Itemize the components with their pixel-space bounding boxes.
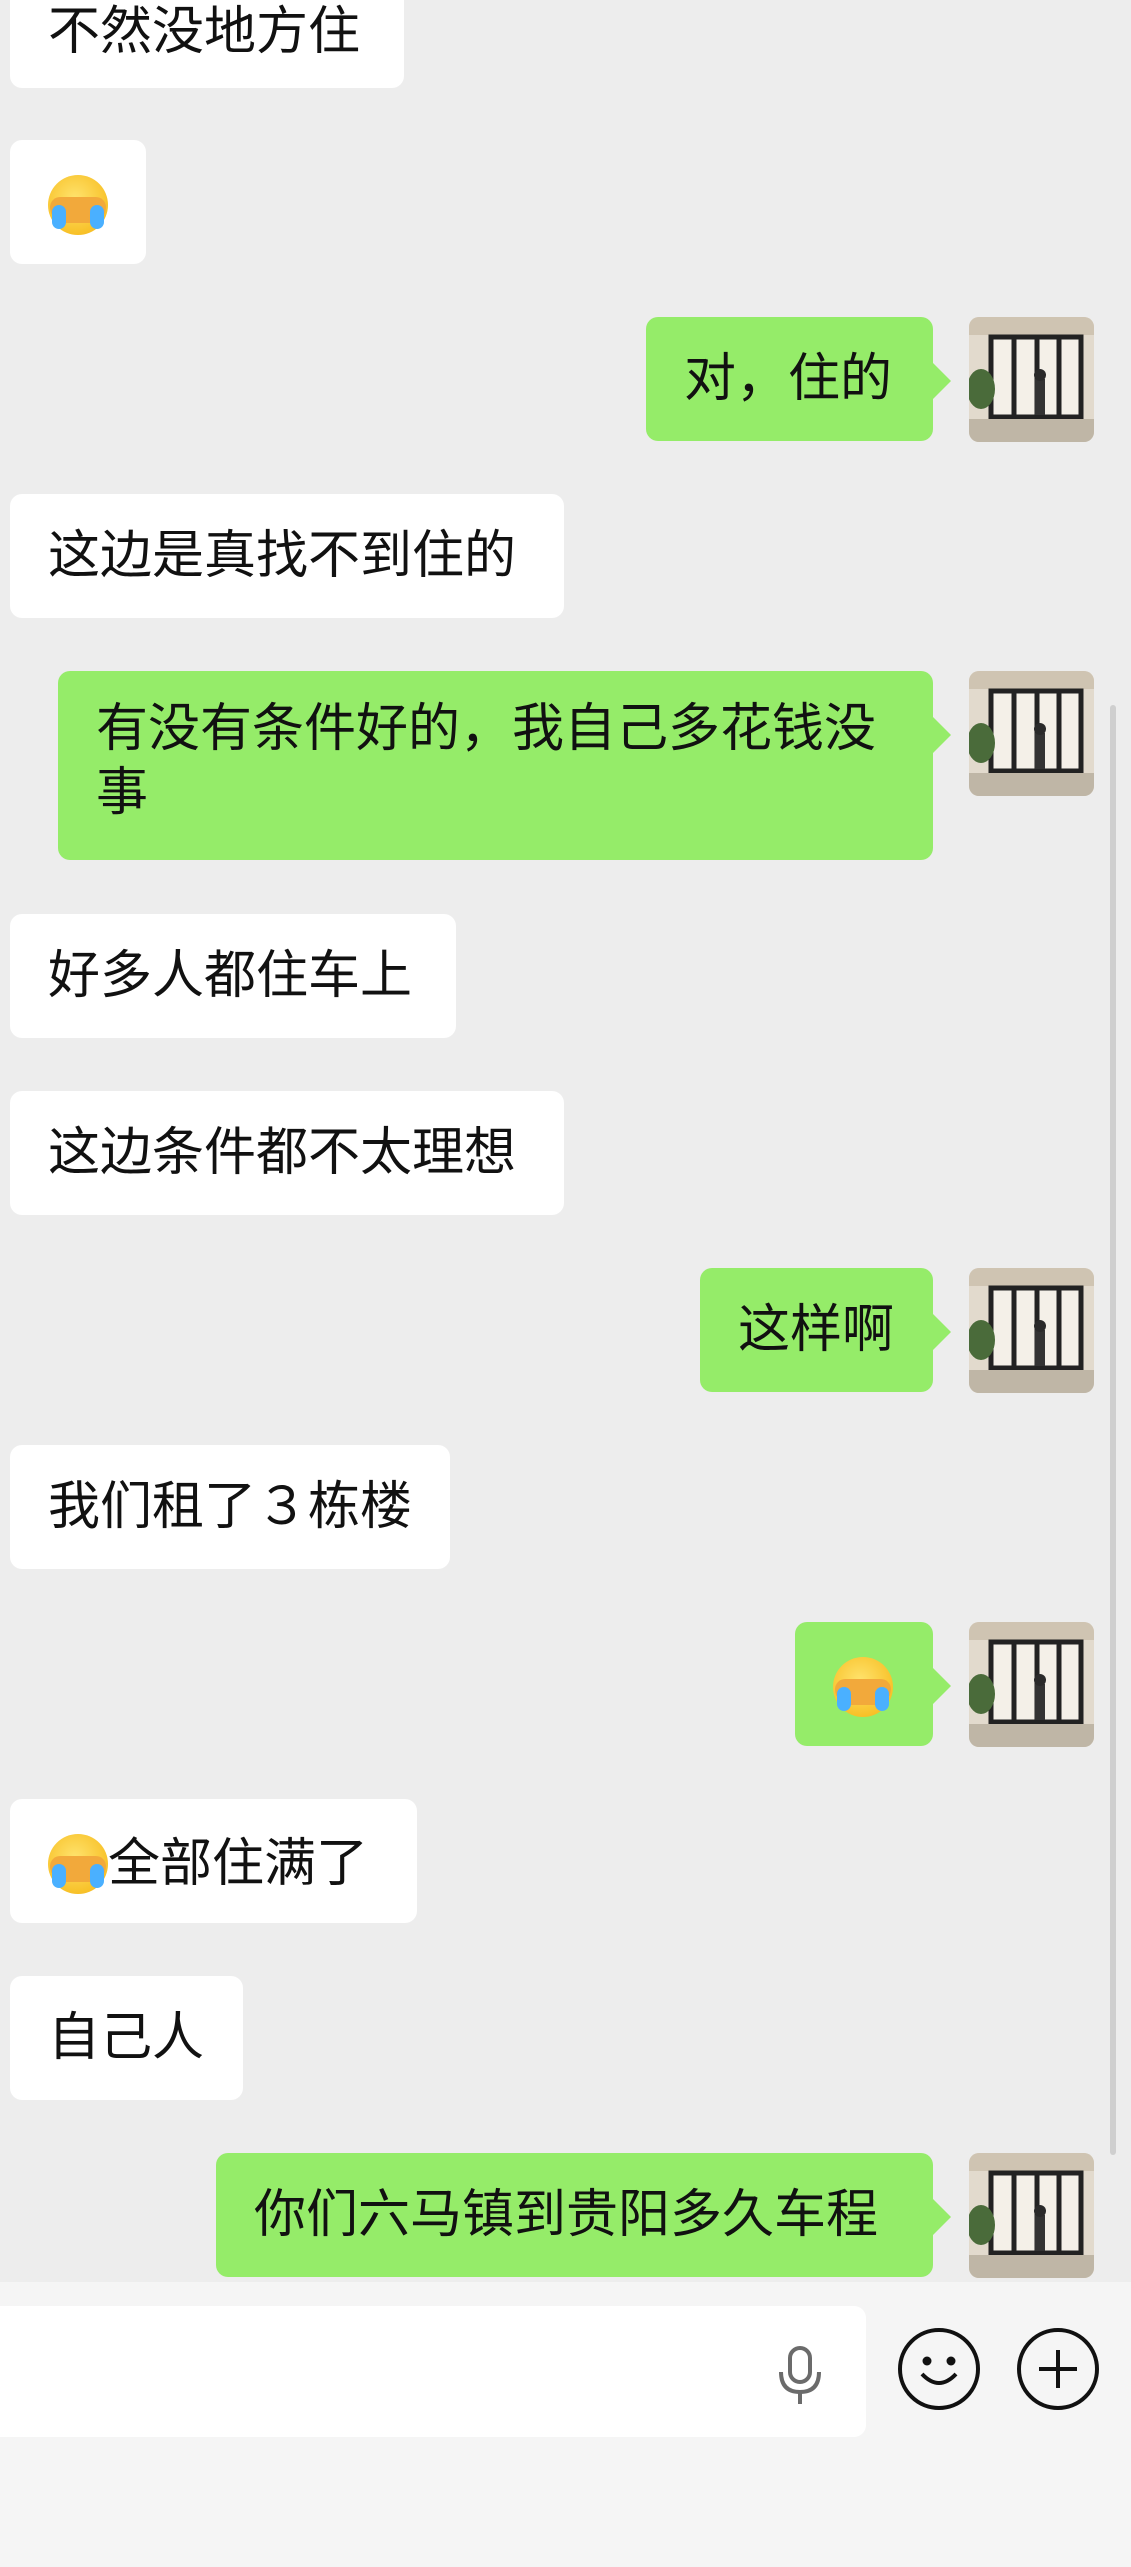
message-bubble-received[interactable]: 我们租了３栋楼 — [10, 1445, 450, 1569]
plus-icon[interactable] — [1017, 2328, 1099, 2410]
smiley-icon[interactable] — [898, 2328, 980, 2410]
message-bubble-received[interactable]: 自己人 — [10, 1976, 243, 2100]
message-text: 自己人 — [48, 2008, 205, 2068]
message-text: 有没有条件好的，我自己多花钱没事 — [96, 699, 877, 823]
message-text: 不然没地方住 — [48, 2, 361, 62]
chat-area: 不然没地方住 对，住的 这边是真找不到住的 有没有条件好的，我自己多花钱没事 好… — [0, 0, 1131, 2282]
avatar[interactable] — [969, 1268, 1094, 1393]
message-text: 我们租了３栋楼 — [48, 1477, 413, 1537]
avatar[interactable] — [969, 1622, 1094, 1747]
avatar[interactable] — [969, 317, 1094, 442]
message-text: 对，住的 — [684, 349, 893, 409]
message-text: 这样啊 — [738, 1300, 895, 1360]
message-bubble-received[interactable]: 不然没地方住 — [10, 0, 404, 88]
face-palm-tears-emoji — [48, 1834, 108, 1894]
message-bubble-received[interactable]: 这边条件都不太理想 — [10, 1091, 564, 1215]
input-bar — [0, 2282, 1131, 2567]
message-input[interactable] — [0, 2306, 866, 2437]
scrollbar[interactable] — [1110, 705, 1116, 2155]
message-text: 好多人都住车上 — [48, 946, 413, 1006]
face-palm-tears-emoji — [833, 1657, 893, 1717]
message-bubble-received[interactable] — [10, 140, 146, 264]
microphone-icon[interactable] — [775, 2346, 825, 2406]
message-bubble-sent[interactable]: 对，住的 — [646, 317, 951, 441]
message-bubble-sent[interactable]: 这样啊 — [700, 1268, 951, 1392]
message-bubble-sent[interactable] — [795, 1622, 951, 1746]
message-text: 这边是真找不到住的 — [48, 526, 517, 586]
avatar[interactable] — [969, 2153, 1094, 2278]
message-bubble-received[interactable]: 这边是真找不到住的 — [10, 494, 564, 618]
message-text: 全部住满了 — [108, 1834, 369, 1894]
message-bubble-sent[interactable]: 有没有条件好的，我自己多花钱没事 — [58, 671, 951, 860]
face-palm-tears-emoji — [48, 175, 108, 235]
message-bubble-received[interactable]: 好多人都住车上 — [10, 914, 456, 1038]
message-text: 这边条件都不太理想 — [48, 1123, 517, 1183]
message-bubble-sent[interactable]: 你们六马镇到贵阳多久车程 — [216, 2153, 951, 2277]
message-text: 你们六马镇到贵阳多久车程 — [254, 2185, 879, 2245]
avatar[interactable] — [969, 671, 1094, 796]
message-bubble-received[interactable]: 全部住满了 — [10, 1799, 417, 1923]
